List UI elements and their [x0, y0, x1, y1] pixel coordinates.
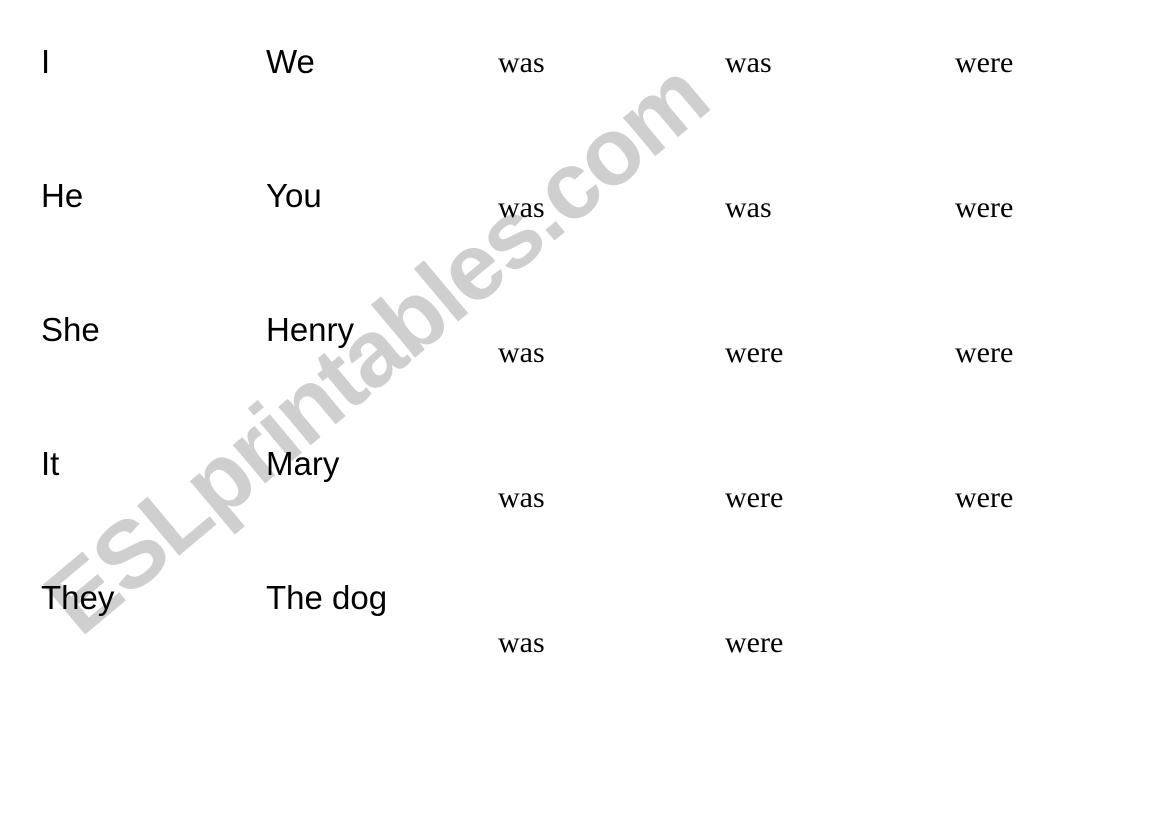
- cell-subject-noun-row-2: You: [266, 177, 322, 214]
- cell-verb-option-1-row-1: was: [498, 46, 545, 79]
- cell-verb-option-1-row-2: was: [498, 191, 545, 224]
- cell-verb-option-3-row-2: were: [955, 191, 1014, 224]
- cell-verb-option-2-row-5: were: [725, 626, 784, 659]
- cell-verb-option-2-row-4: were: [725, 481, 784, 514]
- cell-subject-pronoun-row-5: They: [41, 579, 115, 616]
- cell-subject-noun-row-5: The dog: [266, 579, 388, 616]
- cell-subject-pronoun-row-4: It: [41, 445, 60, 482]
- cell-verb-option-2-row-1: was: [725, 46, 772, 79]
- cell-verb-option-1-row-5: was: [498, 626, 545, 659]
- cell-subject-pronoun-row-1: I: [41, 43, 51, 80]
- cell-subject-noun-row-3: Henry: [266, 311, 355, 348]
- cell-verb-option-2-row-3: were: [725, 336, 784, 369]
- cell-verb-option-3-row-3: were: [955, 336, 1014, 369]
- cell-verb-option-1-row-4: was: [498, 481, 545, 514]
- cell-subject-pronoun-row-2: He: [41, 177, 84, 214]
- cell-verb-option-3-row-1: were: [955, 46, 1014, 79]
- verb-to-be-grid: I We was was were He You was was were She Henry was w…: [0, 0, 1169, 821]
- cell-verb-option-2-row-2: was: [725, 191, 772, 224]
- cell-subject-noun-row-1: We: [266, 43, 315, 80]
- cell-verb-option-3-row-4: were: [955, 481, 1014, 514]
- cell-subject-noun-row-4: Mary: [266, 445, 340, 482]
- cell-verb-option-1-row-3: was: [498, 336, 545, 369]
- worksheet-page: ESLprintables.com I We was was were He You was w…: [0, 0, 1169, 821]
- cell-subject-pronoun-row-3: She: [41, 311, 100, 348]
